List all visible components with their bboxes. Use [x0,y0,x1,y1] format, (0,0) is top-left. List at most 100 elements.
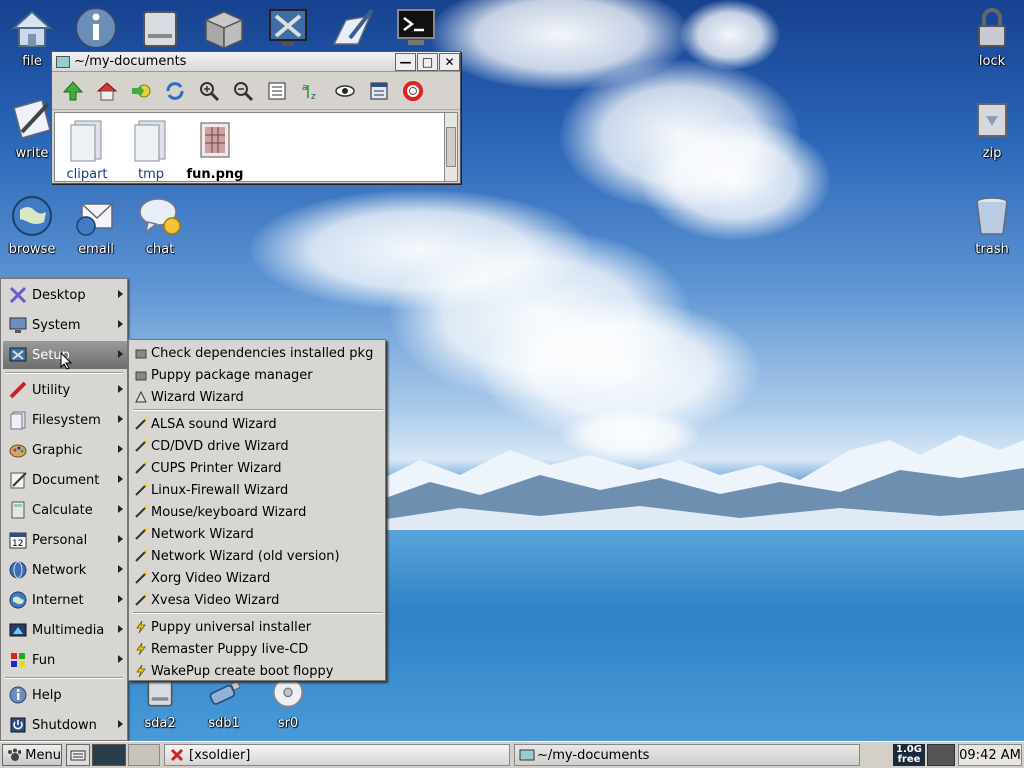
zoom-out-icon[interactable] [228,76,258,106]
minimize-button[interactable]: — [395,52,416,71]
sort-icon[interactable]: az [296,76,326,106]
submenu-item-label: Network Wizard (old version) [151,548,340,564]
desktop-icon-settings[interactable] [256,4,320,54]
free-space-indicator[interactable]: 1.0G free [893,744,925,766]
chevron-right-icon [118,385,123,393]
menu-item-label: Filesystem [32,412,101,428]
chevron-right-icon [118,320,123,328]
menu-item-multimedia[interactable]: Multimedia [3,616,127,644]
desktop-icon-browse[interactable]: browse [0,192,64,257]
vertical-scrollbar[interactable] [444,112,458,182]
submenu-item-network[interactable]: Network Wizard [133,523,383,545]
desktop-icon-lock[interactable]: lock [960,4,1024,69]
submenu-item-universal-installer[interactable]: Puppy universal installer [133,616,383,638]
pager-desktop-1[interactable] [92,744,126,766]
menu-item-filesystem[interactable]: Filesystem [3,406,127,434]
maximize-button[interactable]: □ [417,52,438,71]
submenu-item-cups[interactable]: CUPS Printer Wizard [133,457,383,479]
desktop-icon-label: lock [978,54,1006,69]
desktop-icon-label: zip [982,146,1002,161]
menu-item-help[interactable]: Help [3,681,127,709]
desktop-icon-sda2[interactable]: sda2 [128,674,192,731]
file-name: clipart [66,167,108,182]
chat-icon [139,198,181,235]
submenu-item-alsa[interactable]: ALSA sound Wizard [133,413,383,435]
wizard-hat-icon [133,389,149,405]
desktop-icon-chat[interactable]: chat [128,192,192,257]
submenu-item-firewall[interactable]: Linux-Firewall Wizard [133,479,383,501]
menu-item-label: Shutdown [32,717,97,733]
zoom-in-icon[interactable] [194,76,224,106]
show-desktop-button[interactable] [66,744,90,766]
desktop-icon-zip[interactable]: zip [960,96,1024,161]
submenu-item-package-manager[interactable]: Puppy package manager [133,364,383,386]
list-view-icon[interactable] [262,76,292,106]
desktop-icon-write-pen[interactable] [320,4,384,54]
go-to-icon[interactable] [126,76,156,106]
magic-wand-icon [133,548,149,564]
file-manager-window[interactable]: ~/my-documents — □ ✕ az clipart tmp fun.… [51,51,461,184]
file-item-fun-png[interactable]: fun.png [183,113,247,182]
submenu-item-wizard-wizard[interactable]: Wizard Wizard [133,386,383,408]
submenu-item-cddvd[interactable]: CD/DVD drive Wizard [133,435,383,457]
pager-desktop-2[interactable] [128,744,160,766]
window-titlebar[interactable]: ~/my-documents — □ ✕ [52,52,460,72]
chevron-right-icon [118,595,123,603]
menu-item-calculate[interactable]: Calculate [3,496,127,524]
desktop-icon-drive[interactable] [128,4,192,54]
eye-icon[interactable] [330,76,360,106]
desktop-icon-info[interactable] [64,4,128,54]
up-arrow-icon[interactable] [58,76,88,106]
menu-item-desktop[interactable]: Desktop [3,281,127,309]
menu-item-utility[interactable]: Utility [3,376,127,404]
task-button-my-documents[interactable]: ~/my-documents [514,744,860,766]
settings-tools-icon [269,9,307,46]
menu-item-internet[interactable]: Internet [3,586,127,614]
chevron-right-icon [118,720,123,728]
menu-item-shutdown[interactable]: Shutdown [3,711,127,739]
desktop-icon-trash[interactable]: trash [960,192,1024,257]
globe-icon [12,196,52,236]
close-button[interactable]: ✕ [439,52,460,71]
calendar-icon: 12 [7,529,29,551]
menu-item-system[interactable]: System [3,311,127,339]
task-button-xsoldier[interactable]: [xsoldier] [164,744,510,766]
file-item-clipart[interactable]: clipart [55,113,119,182]
system-tray-icon[interactable] [927,744,955,766]
desktop-icon-terminal[interactable] [384,4,448,54]
desktop-icon-sr0[interactable]: sr0 [256,674,320,731]
submenu-item-wakepup[interactable]: WakePup create boot floppy [133,660,383,682]
submenu-item-network-old[interactable]: Network Wizard (old version) [133,545,383,567]
scrollbar-thumb[interactable] [446,127,456,167]
desktop-icon-email[interactable]: email [64,192,128,257]
submenu-item-xorg[interactable]: Xorg Video Wizard [133,567,383,589]
package-icon [133,345,149,361]
chevron-right-icon [118,350,123,358]
desktop-icon-sdb1[interactable]: sdb1 [192,674,256,731]
submenu-item-label: Mouse/keyboard Wizard [151,504,307,520]
menu-item-document[interactable]: Document [3,466,127,494]
svg-text:a: a [302,83,308,93]
submenu-item-label: CD/DVD drive Wizard [151,438,289,454]
home-icon[interactable] [92,76,122,106]
desktop-icon-label: sdb1 [208,716,240,731]
file-item-tmp[interactable]: tmp [119,113,183,182]
submenu-item-xvesa[interactable]: Xvesa Video Wizard [133,589,383,611]
magic-wand-icon [133,504,149,520]
file-list[interactable]: clipart tmp fun.png [54,112,446,182]
desktop-icon-package[interactable] [192,4,256,54]
submenu-item-mouse-keyboard[interactable]: Mouse/keyboard Wizard [133,501,383,523]
pen-write-icon [332,8,374,45]
submenu-item-check-deps[interactable]: Check dependencies installed pkg [133,342,383,364]
clock[interactable]: 09:42 AM [958,744,1022,766]
help-lifebuoy-icon[interactable] [398,76,428,106]
menu-item-graphic[interactable]: Graphic [3,436,127,464]
menu-item-personal[interactable]: 12 Personal [3,526,127,554]
utility-knife-icon [7,379,29,401]
details-view-icon[interactable] [364,76,394,106]
menu-item-fun[interactable]: Fun [3,646,127,674]
menu-item-network[interactable]: Network [3,556,127,584]
submenu-item-remaster[interactable]: Remaster Puppy live-CD [133,638,383,660]
refresh-icon[interactable] [160,76,190,106]
menu-button[interactable]: Menu [2,744,62,766]
